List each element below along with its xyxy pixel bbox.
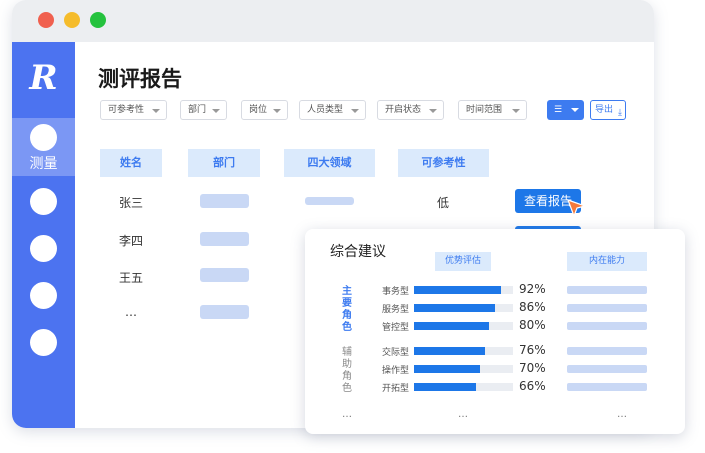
chevron-down-icon <box>512 109 520 113</box>
bar-label: 开拓型 <box>382 384 410 394</box>
list-icon: ☰ <box>554 105 563 115</box>
bar-track <box>414 365 513 373</box>
reference-value: 低 <box>437 196 450 210</box>
capability-placeholder <box>567 383 647 391</box>
bar-percent: 86% <box>519 300 546 314</box>
bar-fill <box>414 304 495 312</box>
table-row-name: 张三 <box>118 196 143 210</box>
export-button[interactable]: 导出 ⤓ <box>590 100 626 120</box>
bar-percent: 70% <box>519 361 546 375</box>
bar-label: 操作型 <box>382 366 410 376</box>
bar-track <box>414 347 513 355</box>
column-header-capability: 内在能力 <box>567 252 647 271</box>
chevron-down-icon <box>351 109 359 113</box>
recommendation-card: 综合建议 优势评估 内在能力 主要角色 辅助角色 事务型 92% 服务型 86% 管控型… <box>305 229 685 434</box>
domains-placeholder <box>305 197 354 205</box>
sidebar-item-measure-icon[interactable] <box>30 124 57 151</box>
bar-fill <box>414 365 480 373</box>
capability-placeholder <box>567 365 647 373</box>
primary-role-label: 主要角色 <box>342 286 352 333</box>
chevron-down-icon <box>152 109 160 113</box>
bar-label: 管控型 <box>382 323 410 333</box>
maximize-window-button[interactable] <box>90 12 106 28</box>
bar-fill <box>414 286 501 294</box>
cursor-icon <box>566 199 588 218</box>
bar-percent: 76% <box>519 343 546 357</box>
capability-placeholder <box>567 286 647 294</box>
sidebar-item-measure-label[interactable]: 测量 <box>12 153 75 173</box>
filter-time-range[interactable]: 时间范围 <box>458 100 527 120</box>
bar-track <box>414 304 513 312</box>
title-bar <box>12 0 654 42</box>
ellipsis: … <box>617 409 627 420</box>
close-window-button[interactable] <box>38 12 54 28</box>
filter-time-range-label: 时间范围 <box>466 105 503 115</box>
column-header-reference: 可参考性 <box>398 149 489 177</box>
department-placeholder <box>200 194 249 208</box>
column-header-department: 部门 <box>188 149 260 177</box>
bar-label: 交际型 <box>382 348 410 358</box>
bar-fill <box>414 383 476 391</box>
bar-percent: 66% <box>519 379 546 393</box>
ellipsis: … <box>458 409 468 420</box>
department-placeholder <box>200 268 249 282</box>
download-icon: ⤓ <box>618 108 622 118</box>
bar-label: 服务型 <box>382 305 410 315</box>
filter-open-status-label: 开启状态 <box>385 105 422 115</box>
sidebar: R 测量 <box>12 42 75 428</box>
bar-label: 事务型 <box>382 287 410 297</box>
capability-placeholder <box>567 322 647 330</box>
bar-percent: 92% <box>519 282 546 296</box>
export-label: 导出 <box>595 105 614 115</box>
chevron-down-icon <box>571 108 579 112</box>
bar-track <box>414 322 513 330</box>
filter-reference-label: 可参考性 <box>108 105 145 115</box>
list-view-button[interactable]: ☰ <box>547 100 584 120</box>
filter-position-label: 岗位 <box>249 105 268 115</box>
column-header-domains: 四大领域 <box>284 149 375 177</box>
bar-fill <box>414 322 489 330</box>
department-placeholder <box>200 232 249 246</box>
capability-placeholder <box>567 347 647 355</box>
column-header-strength: 优势评估 <box>435 252 491 271</box>
chevron-down-icon <box>212 109 220 113</box>
card-title: 综合建议 <box>330 244 386 260</box>
ellipsis: … <box>342 409 352 420</box>
bar-fill <box>414 347 485 355</box>
table-row-name: 王五 <box>118 271 143 285</box>
bar-track <box>414 286 513 294</box>
filter-position[interactable]: 岗位 <box>241 100 288 120</box>
filter-staff-type[interactable]: 人员类型 <box>299 100 366 120</box>
filter-staff-type-label: 人员类型 <box>307 105 344 115</box>
app-logo: R <box>29 58 58 98</box>
bar-percent: 80% <box>519 318 546 332</box>
page-title: 测评报告 <box>98 67 182 91</box>
chevron-down-icon <box>429 109 437 113</box>
sidebar-item-5[interactable] <box>30 329 57 356</box>
department-placeholder <box>200 305 249 319</box>
bar-track <box>414 383 513 391</box>
sidebar-item-2[interactable] <box>30 188 57 215</box>
column-header-name: 姓名 <box>100 149 162 177</box>
secondary-role-label: 辅助角色 <box>342 347 352 394</box>
minimize-window-button[interactable] <box>64 12 80 28</box>
chevron-down-icon <box>273 109 281 113</box>
table-row-name: … <box>125 305 137 319</box>
sidebar-item-3[interactable] <box>30 235 57 262</box>
table-row-name: 李四 <box>118 234 143 248</box>
filter-department[interactable]: 部门 <box>180 100 227 120</box>
capability-placeholder <box>567 304 647 312</box>
sidebar-item-4[interactable] <box>30 282 57 309</box>
filter-open-status[interactable]: 开启状态 <box>377 100 444 120</box>
filter-reference[interactable]: 可参考性 <box>100 100 167 120</box>
filter-department-label: 部门 <box>188 105 207 115</box>
